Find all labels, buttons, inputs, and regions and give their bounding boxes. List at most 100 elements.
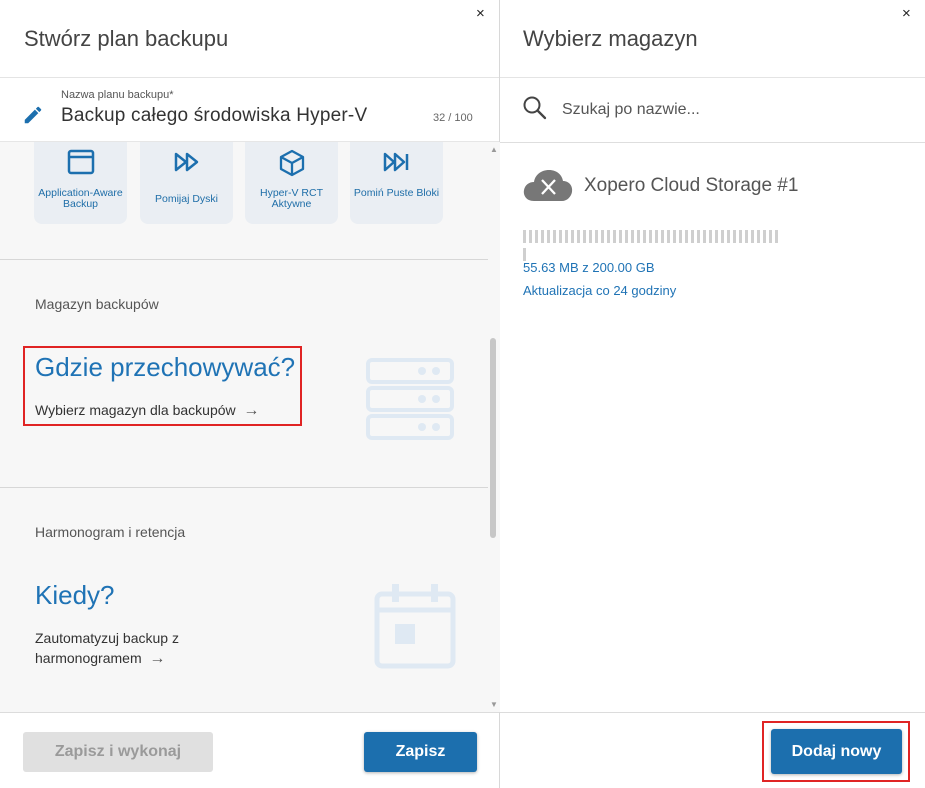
vertical-scrollbar[interactable]: ▲ ▼ [488,142,500,712]
pencil-icon [24,106,42,124]
search-input[interactable] [562,98,902,122]
scroll-down-icon[interactable]: ▼ [490,700,498,709]
schedule-section-label: Harmonogram i retencja [35,524,186,540]
storage-usage-text: 55.63 MB z 200.00 GB [523,260,655,275]
usage-segment [595,230,598,243]
storage-name: Xopero Cloud Storage #1 [584,175,799,196]
application-window-icon [67,149,94,175]
search-bar [500,78,925,143]
usage-segment [589,230,592,243]
feature-label: Application-Aware Backup [38,187,123,210]
usage-segment [541,230,544,243]
right-panel-footer: Dodaj nowy [500,712,925,788]
feature-skip-disks[interactable]: Pomijaj Dyski [140,142,233,224]
feature-hyperv-rct[interactable]: Hyper-V RCT Aktywne [245,142,338,224]
usage-segment [709,230,712,243]
usage-segment [577,230,580,243]
panel-title: Stwórz plan backupu [24,26,229,51]
plan-name-value[interactable]: Backup całego środowiska Hyper-V [61,105,367,127]
scroll-up-icon[interactable]: ▲ [490,145,498,154]
feature-tiles: Application-Aware Backup Pomijaj Dyski H… [34,142,454,224]
highlight-box [23,346,302,426]
create-backup-plan-panel: Stwórz plan backupu × Nazwa planu backup… [0,0,500,788]
usage-segment [523,230,526,243]
left-panel-header: Stwórz plan backupu × [0,0,499,78]
usage-segment [733,230,736,243]
schedule-section-title[interactable]: Kiedy? [35,580,115,611]
save-and-run-button[interactable]: Zapisz i wykonaj [23,732,213,772]
usage-segment [535,230,538,243]
usage-segment [691,230,694,243]
plan-name-counter: 32 / 100 [433,112,473,124]
usage-segment [763,230,766,243]
usage-segment [721,230,724,243]
usage-segment [673,230,676,243]
right-panel-header: Wybierz magazyn × [500,0,925,78]
usage-segment [643,230,646,243]
scrollbar-thumb[interactable] [490,338,496,538]
highlight-box [762,721,910,782]
usage-segment [757,230,760,243]
schedule-link-line2: harmonogramem [35,650,142,666]
schedule-link-line1: Zautomatyzuj backup z [35,630,179,646]
feature-label: Hyper-V RCT Aktywne [259,187,323,210]
usage-segment [649,230,652,243]
usage-segment [571,230,574,243]
usage-segment [745,230,748,243]
left-panel-footer: Zapisz i wykonaj Zapisz [0,712,499,788]
cloud-disconnected-icon [523,170,573,201]
usage-segment [685,230,688,243]
usage-segment [619,230,622,243]
usage-segment [727,230,730,243]
feature-application-aware-backup[interactable]: Application-Aware Backup [34,142,127,224]
usage-segment [679,230,682,243]
usage-segment [583,230,586,243]
usage-segment [607,230,610,243]
server-icon [366,358,454,440]
close-icon[interactable]: × [476,6,485,22]
usage-segment [547,230,550,243]
usage-segment [559,230,562,243]
close-icon[interactable]: × [902,6,911,22]
usage-segment [601,230,604,243]
usage-segment [775,230,778,243]
arrow-right-icon: → [149,650,166,667]
divider [0,487,488,488]
storage-update-text: Aktualizacja co 24 godziny [523,283,677,298]
search-icon [523,96,547,120]
usage-segment [697,230,700,243]
calendar-icon [374,584,456,669]
panel-title: Wybierz magazyn [523,26,698,51]
usage-segment [661,230,664,243]
plan-name-label: Nazwa planu backupu* [61,89,174,101]
select-storage-panel: Wybierz magazyn × Xopero Cloud Storage #… [500,0,925,788]
usage-segment [637,230,640,243]
plan-name-field[interactable]: Nazwa planu backupu* Backup całego środo… [0,78,499,142]
usage-segment [613,230,616,243]
usage-segment [667,230,670,243]
feature-label: Pomiń Puste Bloki [353,187,440,199]
storage-list-item[interactable]: Xopero Cloud Storage #1 55.63 MB z 200.0… [500,143,925,315]
divider [0,259,488,260]
usage-segment [739,230,742,243]
usage-segment [703,230,706,243]
usage-segment [655,230,658,243]
save-button[interactable]: Zapisz [364,732,477,772]
usage-segment [625,230,628,243]
usage-segment [769,230,772,243]
usage-segment [631,230,634,243]
feature-label: Pomijaj Dyski [154,193,218,205]
plan-settings-scroll-area[interactable]: Application-Aware Backup Pomijaj Dyski H… [0,142,488,712]
storage-section-label: Magazyn backupów [35,296,159,312]
usage-segment [565,230,568,243]
skip-forward-icon [383,152,408,172]
cube-icon [279,149,304,177]
usage-segment [751,230,754,243]
fast-forward-icon [174,152,198,172]
feature-skip-empty-blocks[interactable]: Pomiń Puste Bloki [350,142,443,224]
storage-usage-bar [523,230,783,261]
usage-segment [553,230,556,243]
schedule-link[interactable]: Zautomatyzuj backup z harmonogramem → [35,628,179,669]
usage-segment [715,230,718,243]
usage-segment [529,230,532,243]
